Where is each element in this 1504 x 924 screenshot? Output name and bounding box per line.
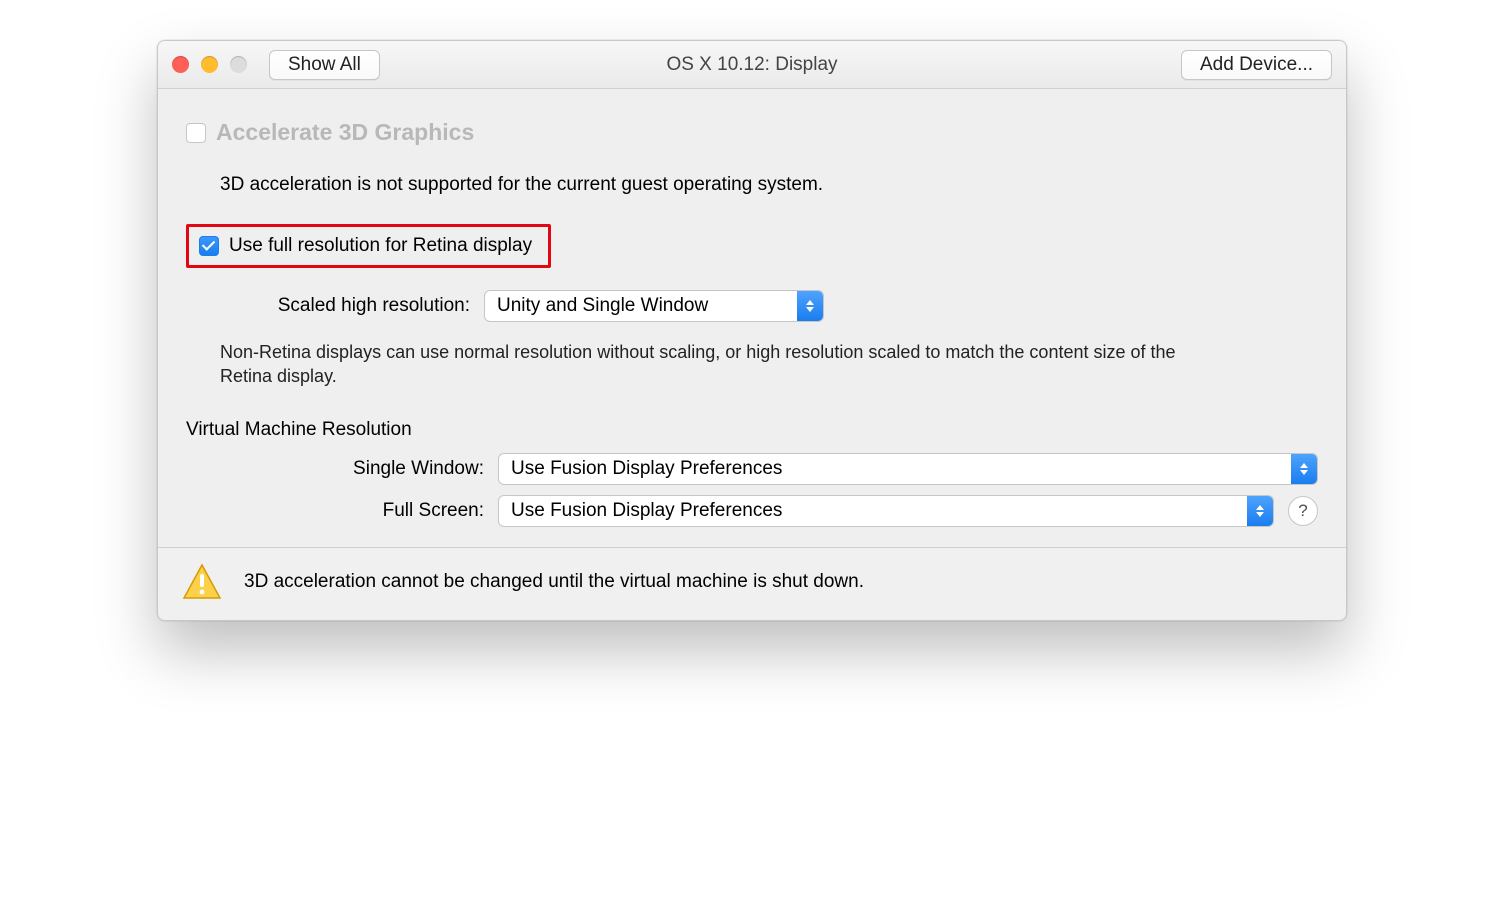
retina-highlight: Use full resolution for Retina display bbox=[186, 224, 551, 268]
scaled-resolution-value: Unity and Single Window bbox=[485, 291, 797, 321]
scaled-resolution-note: Non-Retina displays can use normal resol… bbox=[220, 340, 1220, 389]
chevron-up-down-icon bbox=[1291, 454, 1317, 484]
minimize-icon[interactable] bbox=[201, 56, 218, 73]
scaled-resolution-select[interactable]: Unity and Single Window bbox=[484, 290, 824, 322]
vm-resolution-heading: Virtual Machine Resolution bbox=[186, 419, 1318, 441]
full-screen-label: Full Screen: bbox=[186, 500, 484, 522]
single-window-select[interactable]: Use Fusion Display Preferences bbox=[498, 453, 1318, 485]
warning-icon bbox=[182, 562, 222, 602]
retina-label: Use full resolution for Retina display bbox=[229, 235, 532, 257]
footer: 3D acceleration cannot be changed until … bbox=[158, 547, 1346, 620]
scaled-resolution-row: Scaled high resolution: Unity and Single… bbox=[220, 290, 1318, 322]
zoom-icon bbox=[230, 56, 247, 73]
footer-warning-text: 3D acceleration cannot be changed until … bbox=[244, 571, 864, 593]
single-window-value: Use Fusion Display Preferences bbox=[499, 454, 1291, 484]
display-settings-window: Show All OS X 10.12: Display Add Device.… bbox=[157, 40, 1347, 621]
show-all-button[interactable]: Show All bbox=[269, 50, 380, 80]
full-screen-row: Full Screen: Use Fusion Display Preferen… bbox=[186, 495, 1318, 527]
full-screen-value: Use Fusion Display Preferences bbox=[499, 496, 1247, 526]
full-screen-select[interactable]: Use Fusion Display Preferences bbox=[498, 495, 1274, 527]
accelerate-3d-checkbox bbox=[186, 123, 206, 143]
accelerate-3d-row: Accelerate 3D Graphics bbox=[186, 119, 1318, 146]
chevron-up-down-icon bbox=[1247, 496, 1273, 526]
content-area: Accelerate 3D Graphics 3D acceleration i… bbox=[158, 89, 1346, 547]
close-icon[interactable] bbox=[172, 56, 189, 73]
traffic-lights bbox=[172, 56, 247, 73]
add-device-button[interactable]: Add Device... bbox=[1181, 50, 1332, 80]
retina-checkbox[interactable] bbox=[199, 236, 219, 256]
single-window-label: Single Window: bbox=[186, 458, 484, 480]
single-window-row: Single Window: Use Fusion Display Prefer… bbox=[186, 453, 1318, 485]
accelerate-3d-description: 3D acceleration is not supported for the… bbox=[220, 174, 1318, 196]
accelerate-3d-label: Accelerate 3D Graphics bbox=[216, 119, 474, 146]
help-button[interactable]: ? bbox=[1288, 496, 1318, 526]
titlebar: Show All OS X 10.12: Display Add Device.… bbox=[158, 41, 1346, 89]
chevron-up-down-icon bbox=[797, 291, 823, 321]
scaled-resolution-label: Scaled high resolution: bbox=[220, 295, 470, 317]
